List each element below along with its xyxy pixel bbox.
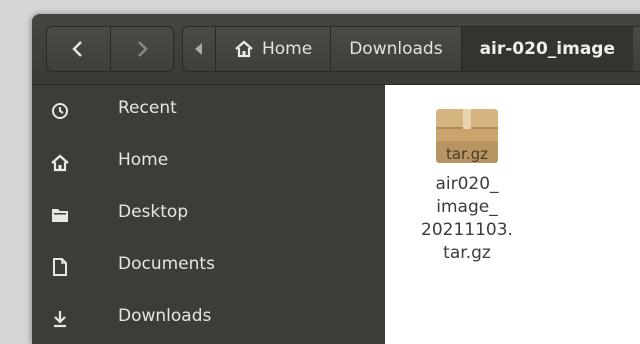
home-icon	[235, 40, 253, 58]
path-segment-current-folder[interactable]: air-020_image	[460, 27, 633, 71]
file-name-line: air020_	[435, 174, 499, 194]
folder-icon	[48, 203, 72, 227]
sidebar-item-label: Documents	[118, 254, 215, 274]
home-icon	[48, 151, 72, 175]
path-segment-home[interactable]: Home	[215, 27, 330, 71]
download-icon	[48, 307, 72, 331]
archive-type-label: tar.gz	[446, 145, 488, 163]
path-bar: Home Downloads air-020_image	[182, 26, 640, 72]
chevron-left-icon	[72, 41, 83, 57]
clock-icon	[48, 99, 72, 123]
caret-left-icon	[195, 43, 202, 55]
file-manager-window: Home Downloads air-020_image Recent Home…	[32, 14, 640, 344]
file-item[interactable]: tar.gz air020_ image_ 20211103. tar.gz	[413, 105, 521, 265]
document-icon	[48, 255, 72, 279]
sidebar-item-label: Desktop	[118, 202, 189, 222]
chevron-right-icon	[137, 41, 148, 57]
sidebar-item-label: Recent	[118, 98, 177, 118]
navigation-buttons	[46, 26, 174, 72]
path-segment-label: Downloads	[349, 39, 443, 59]
path-segment-label: air-020_image	[479, 39, 615, 59]
forward-button[interactable]	[109, 27, 174, 71]
sidebar-item-recent[interactable]: Recent	[32, 85, 385, 137]
file-name-line: 20211103.	[421, 220, 513, 240]
places-sidebar: Recent Home Desktop Documents Downloads	[32, 85, 385, 344]
sidebar-item-desktop[interactable]: Desktop	[32, 189, 385, 241]
file-view: tar.gz air020_ image_ 20211103. tar.gz	[385, 85, 640, 344]
header-bar: Home Downloads air-020_image	[32, 14, 640, 85]
file-name: air020_ image_ 20211103. tar.gz	[421, 173, 513, 265]
path-segment-label: Home	[262, 39, 313, 59]
sidebar-item-label: Downloads	[118, 306, 212, 326]
path-overflow-button[interactable]	[183, 27, 215, 71]
sidebar-item-label: Home	[118, 150, 169, 170]
sidebar-item-home[interactable]: Home	[32, 137, 385, 189]
back-button[interactable]	[47, 27, 110, 71]
file-name-line: image_	[436, 197, 498, 217]
path-segment-downloads[interactable]: Downloads	[330, 27, 460, 71]
file-name-line: tar.gz	[443, 243, 491, 263]
sidebar-item-downloads[interactable]: Downloads	[32, 293, 385, 344]
sidebar-item-documents[interactable]: Documents	[32, 241, 385, 293]
archive-icon: tar.gz	[436, 109, 498, 163]
